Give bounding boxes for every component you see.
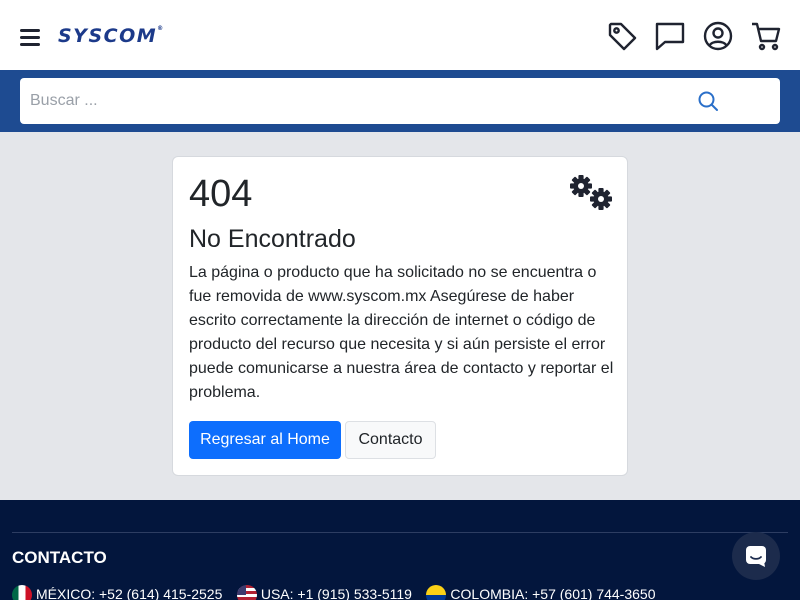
user-icon[interactable] bbox=[702, 20, 734, 52]
error-message: La página o producto que ha solicitado n… bbox=[189, 264, 614, 401]
chat-icon[interactable] bbox=[654, 20, 686, 52]
usa-flag-icon bbox=[236, 585, 257, 600]
contact-button[interactable]: Contacto bbox=[345, 421, 436, 459]
phone-colombia[interactable]: COLOMBIA: +57 (601) 744-3650 bbox=[426, 584, 655, 600]
top-navbar: SYSCOM® bbox=[0, 0, 800, 70]
chat-bubble-icon bbox=[746, 546, 766, 567]
syscom-logo[interactable]: SYSCOM® bbox=[58, 25, 165, 47]
cart-icon[interactable] bbox=[750, 20, 782, 52]
phone-usa[interactable]: USA: +1 (915) 533-5119 bbox=[236, 584, 412, 600]
phone-mexico-label: MÉXICO: +52 (614) 415-2525 bbox=[36, 586, 223, 600]
gears-icon bbox=[567, 173, 615, 213]
search-bar bbox=[0, 70, 800, 132]
logo-registered-mark: ® bbox=[157, 25, 165, 32]
footer: CONTACTO MÉXICO: +52 (614) 415-2525 USA:… bbox=[0, 500, 800, 600]
phone-colombia-label: COLOMBIA: +57 (601) 744-3650 bbox=[450, 586, 656, 600]
error-title: No Encontrado bbox=[189, 225, 356, 253]
colombia-flag-icon bbox=[426, 585, 447, 600]
phone-list: MÉXICO: +52 (614) 415-2525 USA: +1 (915)… bbox=[12, 584, 665, 600]
error-card: 404 No Encontrado La página o producto q… bbox=[172, 156, 628, 476]
search-box bbox=[20, 78, 780, 124]
chat-widget-button[interactable] bbox=[732, 532, 780, 580]
search-input[interactable] bbox=[20, 78, 700, 124]
error-code: 404 bbox=[189, 173, 253, 215]
search-icon[interactable] bbox=[696, 89, 720, 113]
mexico-flag-icon bbox=[12, 585, 32, 600]
phone-usa-label: USA: +1 (915) 533-5119 bbox=[260, 586, 412, 600]
footer-title: CONTACTO bbox=[12, 548, 107, 567]
tag-icon[interactable] bbox=[606, 20, 638, 52]
phone-mexico[interactable]: MÉXICO: +52 (614) 415-2525 bbox=[12, 584, 222, 600]
home-button[interactable]: Regresar al Home bbox=[189, 421, 341, 459]
menu-icon[interactable] bbox=[20, 29, 40, 47]
logo-text: SYSCOM bbox=[58, 25, 158, 47]
footer-divider bbox=[12, 532, 788, 533]
